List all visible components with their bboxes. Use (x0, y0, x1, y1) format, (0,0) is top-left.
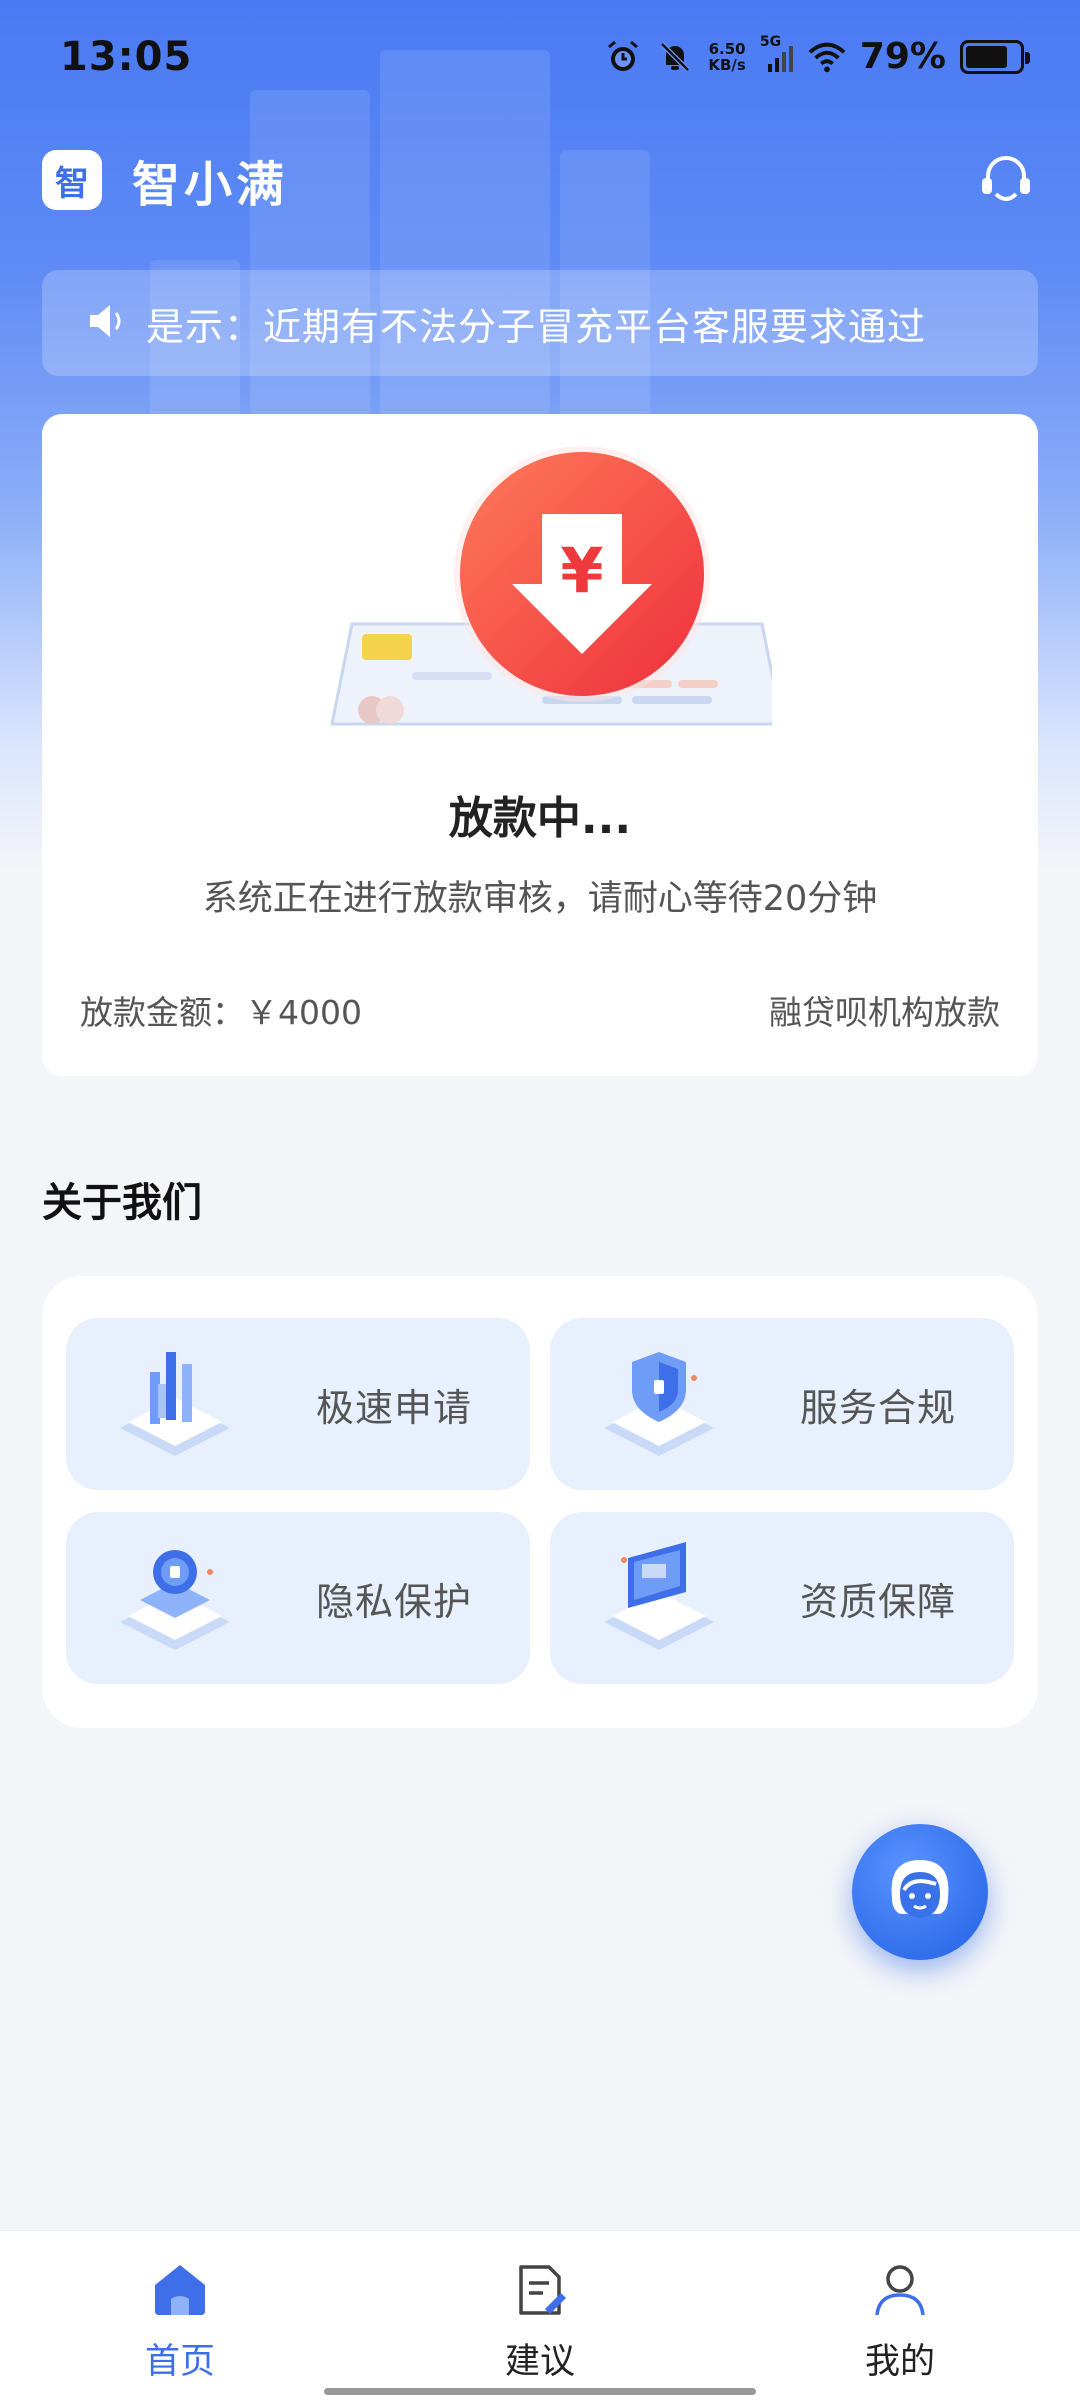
net-speed: 6.50 KB/s (708, 41, 745, 73)
feature-label: 隐私保护 (315, 1579, 472, 1624)
alarm-icon (604, 38, 642, 76)
customer-service-fab[interactable] (852, 1824, 988, 1960)
net-speed-unit: KB/s (708, 55, 746, 74)
net-speed-value: 6.50 (708, 39, 746, 58)
status-bar: 13:05 6.50 KB/s 5G 79% (0, 0, 1080, 120)
app-header: 智 智小满 (42, 148, 1038, 213)
loan-amount-row: 放款金额：￥4000 融贷呗机构放款 (80, 986, 1000, 1034)
tab-profile[interactable]: 我的 (800, 2259, 1000, 2384)
loan-institution: 融贷呗机构放款 (769, 993, 1000, 1032)
svg-text:¥: ¥ (560, 534, 603, 607)
about-card: 极速申请 服务合规 隐私保护 资质保障 (42, 1276, 1038, 1728)
status-time: 13:05 (60, 34, 193, 80)
battery-icon (960, 39, 1030, 74)
home-icon (155, 2265, 205, 2315)
status-icons: 6.50 KB/s 5G 79% (604, 34, 1030, 77)
tab-label: 首页 (144, 2342, 215, 2382)
feature-label: 极速申请 (315, 1385, 472, 1430)
wifi-icon (808, 38, 846, 76)
compliance-shield-icon (604, 1352, 714, 1456)
signal-type: 5G (759, 33, 782, 50)
loan-status-card: ¥ 放款中... 系统正在进行放款审核，请耐心等待20分钟 放款金额：￥4000… (42, 414, 1038, 1076)
home-indicator (324, 2388, 756, 2395)
tab-home[interactable]: 首页 (80, 2259, 280, 2384)
loan-amount-value: ￥4000 (245, 993, 362, 1032)
bell-muted-icon (656, 38, 694, 76)
feature-qualification[interactable]: 资质保障 (550, 1512, 1014, 1684)
tab-label: 建议 (504, 2342, 575, 2382)
notice-bar[interactable]: 是示：近期有不法分子冒充平台客服要求通过 (42, 270, 1038, 376)
speaker-icon (86, 301, 128, 345)
cellular-signal-icon: 5G (760, 34, 794, 76)
loan-status-title: 放款中... (448, 793, 632, 844)
privacy-lock-icon (120, 1550, 230, 1650)
feature-fast-apply[interactable]: 极速申请 (66, 1318, 530, 1490)
bottom-tab-bar: 首页 建议 我的 (0, 2230, 1080, 2400)
app-logo: 智 (42, 150, 102, 210)
feature-label: 服务合规 (799, 1385, 956, 1430)
notice-text: 是示：近期有不法分子冒充平台客服要求通过 (146, 304, 927, 349)
fast-apply-icon (120, 1352, 230, 1456)
feature-label: 资质保障 (799, 1579, 956, 1624)
feature-privacy[interactable]: 隐私保护 (66, 1512, 530, 1684)
battery-percent: 79% (859, 36, 946, 77)
tab-label: 我的 (864, 2342, 935, 2382)
app-title: 智小满 (132, 157, 289, 213)
feature-compliance[interactable]: 服务合规 (550, 1318, 1014, 1490)
loan-status-description: 系统正在进行放款审核，请耐心等待20分钟 (202, 879, 878, 919)
suggestion-icon (519, 2265, 566, 2315)
tab-suggestion[interactable]: 建议 (440, 2259, 640, 2384)
headset-icon[interactable] (974, 148, 1038, 212)
profile-icon (875, 2265, 925, 2316)
customer-service-avatar-icon (891, 1860, 949, 1918)
qualification-card-icon (604, 1542, 714, 1650)
loan-amount: 放款金额：￥4000 (80, 986, 362, 1034)
loan-amount-label: 放款金额： (80, 993, 245, 1032)
about-section-title: 关于我们 (42, 1180, 202, 1226)
loan-disbursing-illustration: ¥ (330, 446, 772, 726)
